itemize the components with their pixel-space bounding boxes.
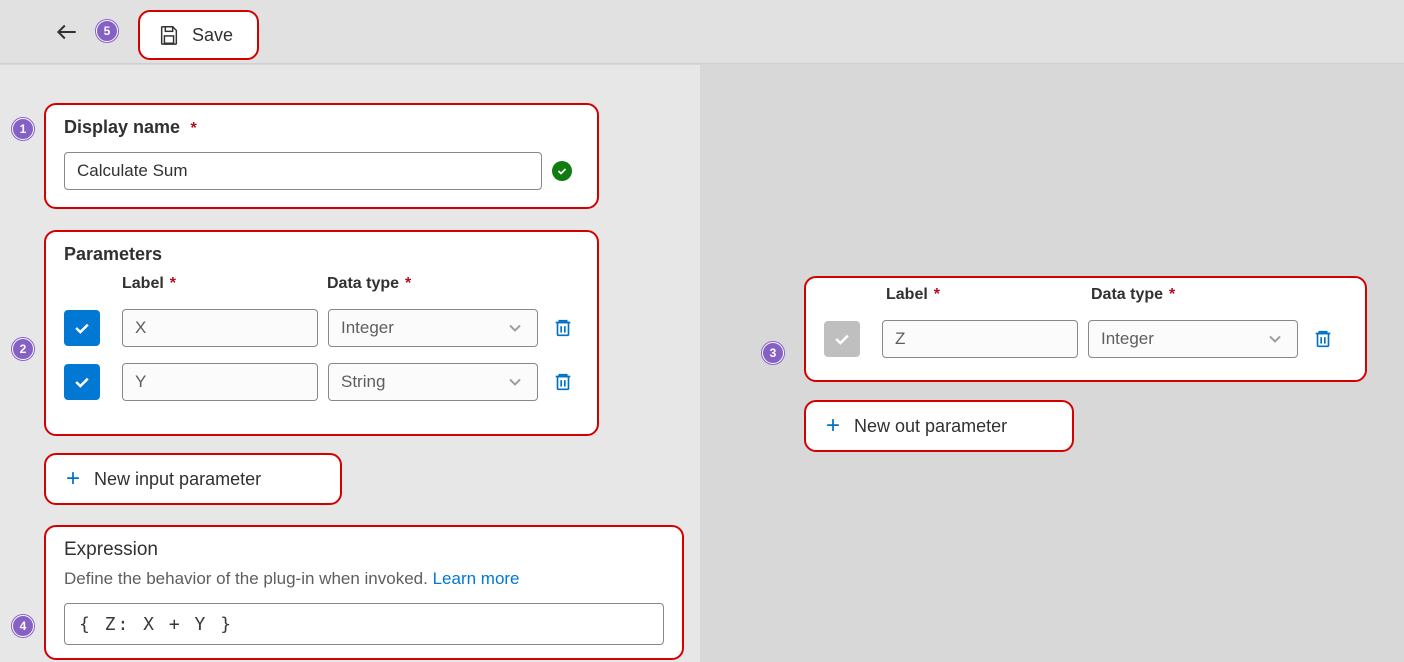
param-row: String: [64, 363, 579, 401]
out-param-type-select[interactable]: Integer: [1088, 320, 1298, 358]
chevron-down-icon: [505, 318, 525, 338]
callout-4: 4: [12, 615, 34, 637]
chevron-down-icon: [505, 372, 525, 392]
trash-icon: [1312, 328, 1334, 350]
out-param-checkbox[interactable]: [824, 321, 860, 357]
out-param-row: Integer: [824, 320, 1347, 358]
new-input-parameter-button[interactable]: + New input parameter: [44, 453, 342, 505]
display-name-section: Display name *: [44, 103, 599, 209]
expression-description: Define the behavior of the plug-in when …: [64, 569, 664, 589]
delete-param-button[interactable]: [552, 317, 574, 339]
callout-1: 1: [12, 118, 34, 140]
out-header-label: Label: [886, 286, 928, 303]
trash-icon: [552, 371, 574, 393]
callout-2: 2: [12, 338, 34, 360]
chevron-down-icon: [1265, 329, 1285, 349]
check-circle-icon: [552, 161, 572, 181]
required-indicator: *: [191, 120, 197, 137]
delete-out-param-button[interactable]: [1312, 328, 1334, 350]
param-checkbox[interactable]: [64, 364, 100, 400]
param-header-type: Data type: [327, 275, 399, 292]
new-input-parameter-label: New input parameter: [94, 469, 261, 490]
out-param-label-input[interactable]: [882, 320, 1078, 358]
display-name-input[interactable]: [64, 152, 542, 190]
param-header-label: Label: [122, 275, 164, 292]
param-label-input[interactable]: [122, 363, 318, 401]
learn-more-link[interactable]: Learn more: [433, 569, 520, 588]
delete-param-button[interactable]: [552, 371, 574, 393]
save-icon: [158, 24, 180, 46]
display-name-label: Display name: [64, 117, 180, 137]
back-button[interactable]: [54, 19, 80, 45]
out-parameters-headers: Label* Data type*: [824, 286, 1347, 304]
parameters-title: Parameters: [64, 244, 579, 265]
new-out-parameter-label: New out parameter: [854, 416, 1007, 437]
parameters-headers: Label* Data type*: [64, 275, 579, 293]
param-type-select[interactable]: String: [328, 363, 538, 401]
trash-icon: [552, 317, 574, 339]
callout-3: 3: [762, 342, 784, 364]
param-checkbox[interactable]: [64, 310, 100, 346]
callout-5: 5: [96, 20, 118, 42]
param-row: Integer: [64, 309, 579, 347]
out-header-type: Data type: [1091, 286, 1163, 303]
param-type-select[interactable]: Integer: [328, 309, 538, 347]
display-name-label-row: Display name *: [64, 117, 579, 138]
plus-icon: +: [66, 467, 80, 491]
plus-icon: +: [826, 414, 840, 438]
expression-input[interactable]: { Z: X + Y }: [64, 603, 664, 645]
param-label-input[interactable]: [122, 309, 318, 347]
save-button[interactable]: Save: [138, 10, 259, 60]
save-button-label: Save: [192, 25, 233, 46]
output-parameters-section: Label* Data type* Integer: [804, 276, 1367, 382]
new-out-parameter-button[interactable]: + New out parameter: [804, 400, 1074, 452]
expression-section: Expression Define the behavior of the pl…: [44, 525, 684, 660]
input-parameters-section: Parameters Label* Data type* Integer Str…: [44, 230, 599, 436]
expression-title: Expression: [64, 539, 664, 561]
arrow-left-icon: [54, 19, 80, 45]
